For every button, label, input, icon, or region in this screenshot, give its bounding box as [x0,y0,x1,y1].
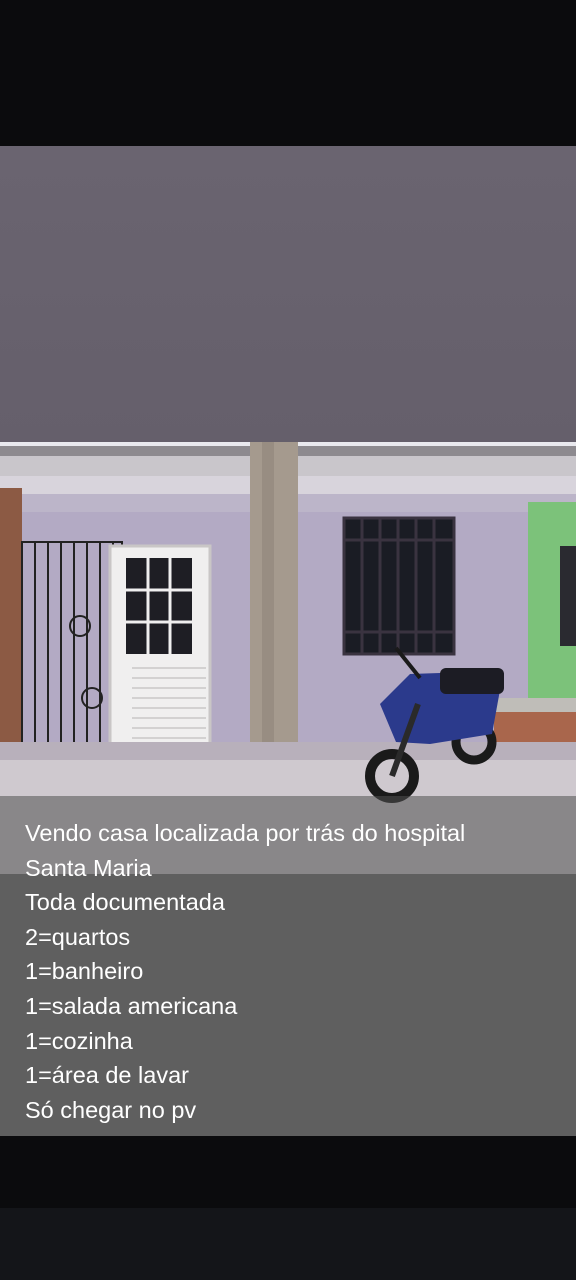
caption-line: 1=banheiro [25,958,144,985]
caption-line: 2=quartos [25,923,131,950]
story-card: Vendo casa localizada por trás do hospit… [0,146,576,1136]
caption-line: Santa Maria [25,854,152,881]
caption-overlay: Vendo casa localizada por trás do hospit… [0,796,576,1136]
caption-line: Vendo casa localizada por trás do hospit… [25,820,466,846]
top-black-bar [0,0,576,146]
caption-line: 1=área de lavar [25,1062,189,1089]
navigation-area [0,1208,576,1280]
caption-text: Vendo casa localizada por trás do hospit… [25,816,465,1127]
caption-line: Só chegar no pv [25,1096,197,1123]
bottom-black-bar [0,1136,576,1280]
caption-line: 1=cozinha [25,1027,133,1054]
purple-banner [0,146,576,442]
caption-line: Toda documentada [25,889,225,916]
caption-line: 1=salada americana [25,992,238,1019]
